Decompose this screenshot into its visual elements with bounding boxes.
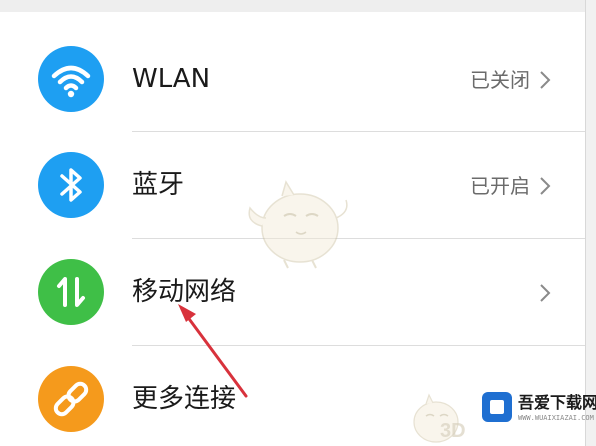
bluetooth-icon <box>38 152 104 218</box>
brand-logo-icon <box>482 392 512 422</box>
link-icon <box>38 366 104 432</box>
chevron-right-icon <box>540 177 551 195</box>
setting-label-bluetooth: 蓝牙 <box>132 170 185 200</box>
setting-row-wlan[interactable]: WLAN 已关闭 <box>0 26 585 132</box>
scroll-edge <box>585 0 596 446</box>
mobile-data-icon <box>38 259 104 325</box>
setting-label-mobile-network: 移动网络 <box>132 277 237 307</box>
wifi-icon-bg <box>38 46 104 112</box>
settings-screen: WLAN 已关闭 蓝牙 已开启 移动网络 更多连接 3D 吾爱下载网 WWW.W… <box>0 0 596 446</box>
chevron-right-icon <box>540 71 551 89</box>
setting-label-wlan: WLAN <box>132 64 211 94</box>
setting-row-mobile-network[interactable]: 移动网络 <box>0 239 585 345</box>
brand-name: 吾爱下载网 <box>518 393 596 412</box>
setting-label-more-connections: 更多连接 <box>132 384 237 414</box>
brand-watermark: 吾爱下载网 WWW.WUAIXIAZAI.COM <box>478 390 596 430</box>
setting-status-wlan: 已关闭 <box>470 68 530 92</box>
brand-url: WWW.WUAIXIAZAI.COM <box>518 414 594 422</box>
chevron-right-icon <box>540 284 551 302</box>
mobile-data-icon-bg <box>38 259 104 325</box>
wifi-icon <box>38 46 104 112</box>
setting-row-bluetooth[interactable]: 蓝牙 已开启 <box>0 132 585 238</box>
setting-status-bluetooth: 已开启 <box>470 174 530 198</box>
top-status-strip <box>0 0 585 12</box>
